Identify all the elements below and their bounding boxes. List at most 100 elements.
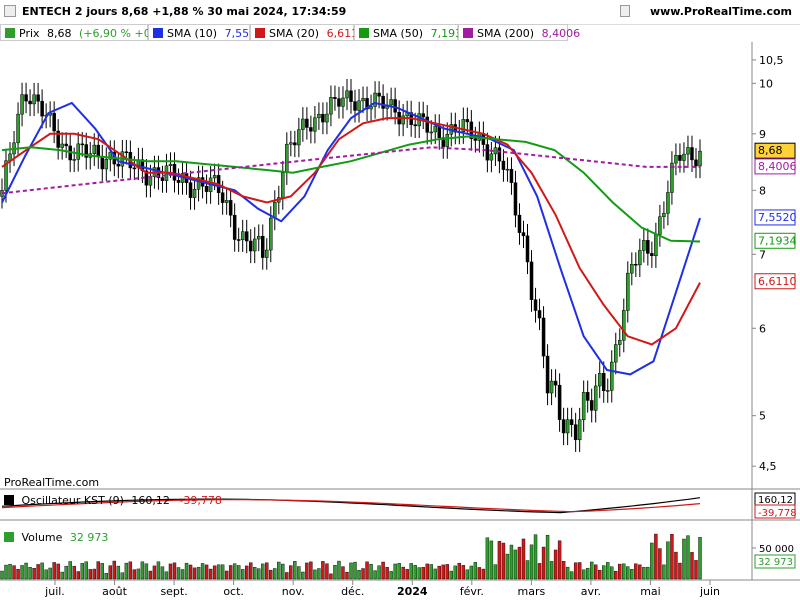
volume-bar	[293, 561, 297, 580]
candle-body	[614, 344, 618, 363]
candle-body	[509, 168, 514, 183]
volume-bar	[433, 568, 437, 580]
kst-swatch-icon	[4, 495, 14, 505]
candle-body	[686, 147, 690, 155]
volume-bar	[245, 565, 249, 580]
volume-bar	[76, 571, 80, 580]
volume-bar	[401, 566, 405, 580]
candle-body	[132, 167, 137, 170]
candle-body	[244, 231, 249, 242]
volume-bar	[369, 564, 373, 580]
volume-bar	[32, 568, 36, 580]
volume-bar	[461, 565, 466, 580]
volume-bar	[164, 571, 169, 580]
candle-body	[646, 240, 650, 254]
volume-bar	[698, 537, 702, 580]
volume-bar	[124, 562, 129, 580]
volume-bar	[168, 563, 173, 580]
candle-body	[622, 310, 626, 341]
candle-body	[28, 100, 32, 105]
volume-bar	[662, 564, 666, 580]
volume-label[interactable]: Volume 32 973	[4, 531, 108, 544]
volume-bar	[638, 564, 642, 580]
volume-bar	[4, 564, 8, 580]
volume-bar	[533, 534, 538, 580]
volume-bar	[541, 546, 546, 580]
volume-bar	[257, 568, 261, 580]
volume-bar	[397, 563, 401, 580]
volume-bar	[357, 569, 361, 580]
volume-bar	[569, 571, 574, 580]
volume-bar	[630, 568, 634, 580]
volume-tag-label: 32 973	[758, 557, 793, 568]
volume-bar	[618, 563, 622, 580]
candle-body	[361, 98, 365, 102]
candle-body	[573, 424, 578, 441]
value-tag-label: 8,4006	[758, 160, 797, 173]
candle-body	[465, 119, 470, 123]
volume-bar	[642, 567, 646, 580]
candle-body	[265, 249, 269, 258]
candle-body	[72, 159, 76, 161]
volume-bar	[497, 541, 502, 580]
candle-body	[96, 144, 101, 157]
candle-body	[682, 153, 686, 161]
candle-body	[285, 143, 289, 174]
candle-body	[313, 117, 317, 132]
volume-bar	[686, 535, 690, 580]
volume-bar	[329, 573, 333, 580]
volume-bar	[646, 566, 650, 580]
candle-body	[650, 253, 654, 257]
candle-body	[40, 100, 44, 117]
oscillator-label[interactable]: Oscillateur KST (9) 160,12 -39,778	[4, 494, 222, 507]
candle-body	[569, 419, 574, 425]
volume-bar	[236, 565, 241, 580]
volume-bar	[445, 564, 449, 580]
volume-bar	[108, 565, 113, 580]
volume-bar	[373, 570, 377, 580]
candle-body	[333, 97, 337, 99]
volume-bar	[573, 562, 578, 580]
volume-bar	[585, 567, 590, 580]
candle-body	[281, 172, 285, 198]
volume-bar	[56, 563, 60, 580]
candle-body	[690, 147, 694, 161]
volume-bar	[341, 566, 345, 580]
volume-bar	[525, 560, 530, 580]
candle-body	[301, 118, 305, 130]
volume-bar	[184, 562, 189, 580]
candle-body	[389, 99, 393, 106]
volume-bar	[128, 561, 133, 580]
candle-body	[501, 160, 506, 170]
candle-body	[674, 155, 678, 164]
volume-bar	[297, 566, 301, 580]
candle-body	[678, 155, 682, 161]
volume-bar	[437, 565, 441, 580]
volume-bar	[232, 563, 237, 580]
volume-bar	[317, 568, 321, 580]
candle-body	[429, 131, 433, 134]
volume-bar	[44, 569, 48, 580]
candle-body	[104, 159, 109, 170]
candle-body	[248, 240, 253, 252]
chart-area[interactable]: 10,5 10 9 8 7 6 5 4,5 8,68 8,4006 7,5520 7,1934 6,6…	[0, 0, 800, 600]
volume-bar	[577, 562, 582, 580]
value-tag-label: 7,5520	[758, 211, 797, 224]
candle-body	[20, 94, 24, 115]
volume-bar	[377, 565, 381, 580]
price-tick-label: 10,5	[759, 54, 784, 67]
volume-bar	[208, 568, 213, 580]
candle-body	[553, 380, 558, 386]
volume-bar	[453, 565, 457, 580]
candle-body	[32, 94, 36, 105]
candle-body	[585, 392, 590, 401]
candle-body	[537, 310, 542, 319]
candle-body	[425, 116, 429, 133]
candle-body	[325, 113, 329, 123]
volume-bar	[473, 562, 478, 580]
volume-bar	[84, 561, 88, 580]
candle-body	[309, 127, 313, 132]
volume-bar	[289, 565, 293, 580]
volume-bar	[481, 568, 486, 580]
volume-bar	[353, 561, 357, 580]
